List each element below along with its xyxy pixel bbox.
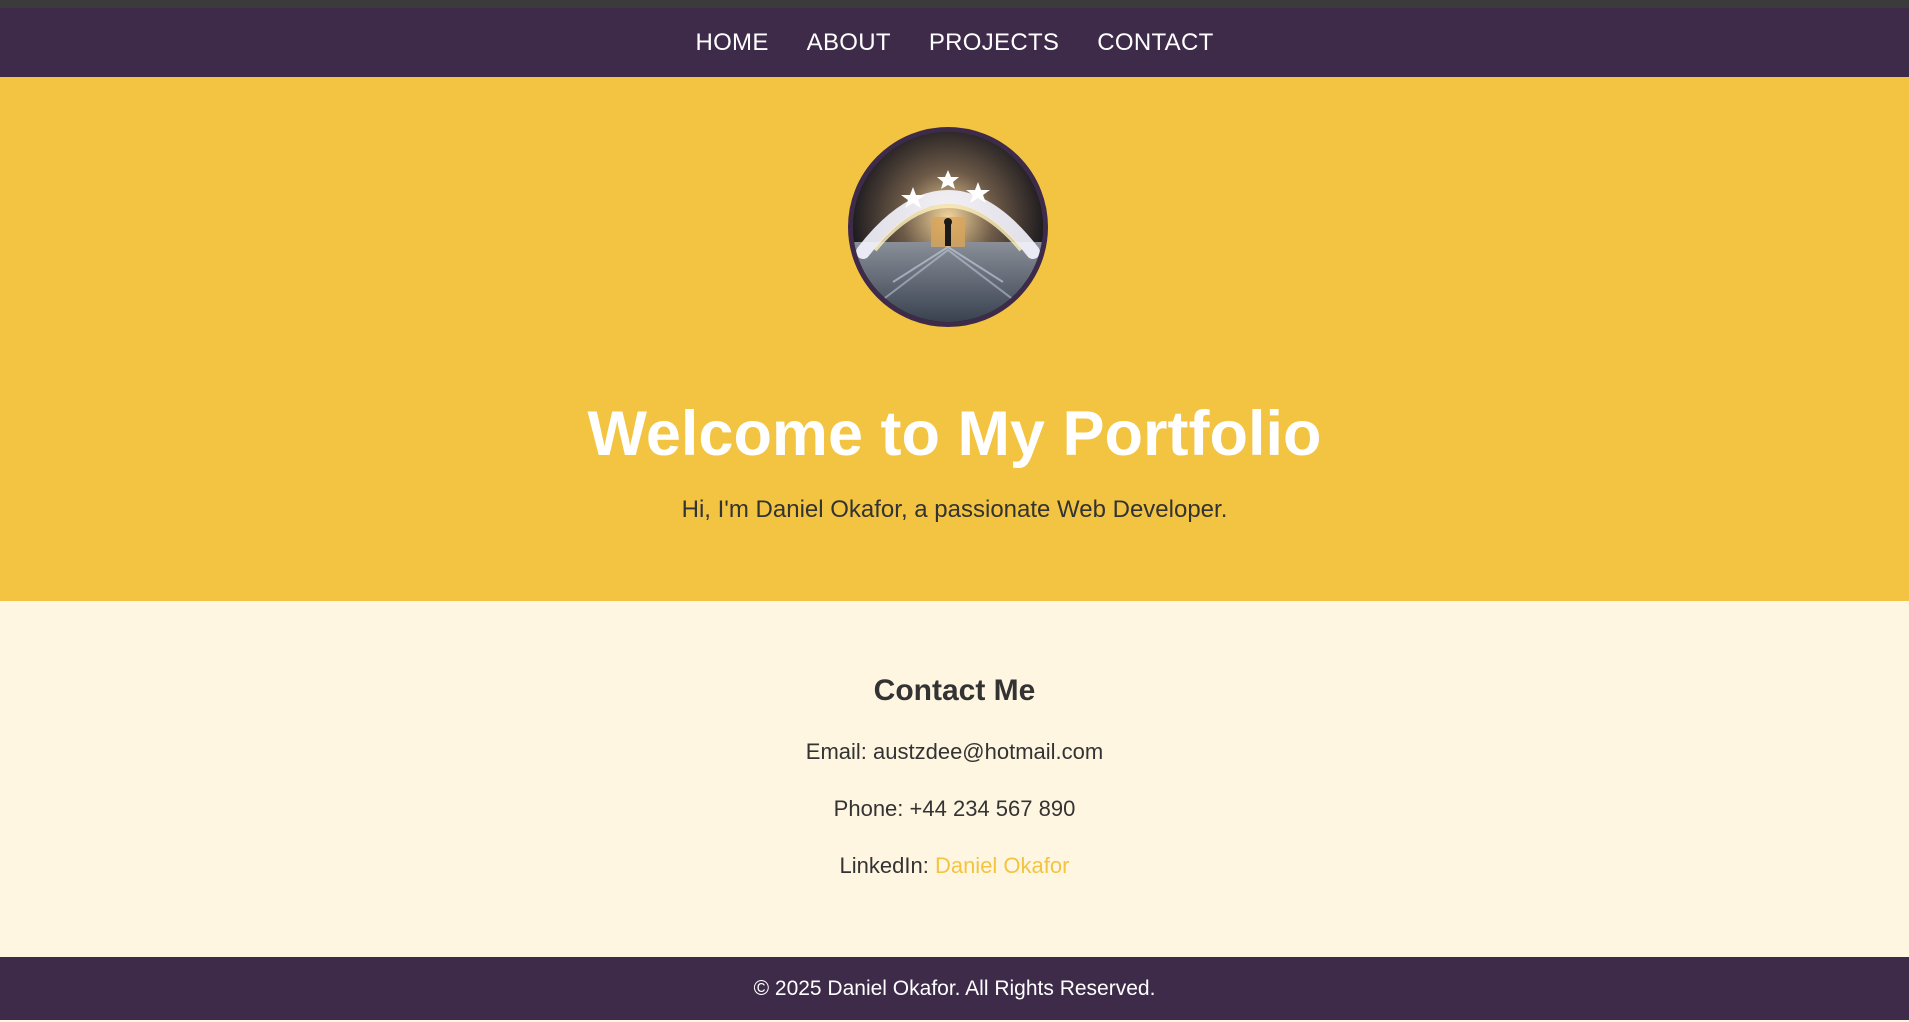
contact-phone: Phone: +44 234 567 890	[0, 798, 1909, 820]
profile-photo	[853, 132, 1043, 322]
hero-subtitle: Hi, I'm Daniel Okafor, a passionate Web …	[681, 496, 1228, 523]
linkedin-label: LinkedIn:	[839, 853, 929, 878]
contact-heading: Contact Me	[873, 674, 1036, 707]
footer-copyright: © 2025 Daniel Okafor. All Rights Reserve…	[753, 976, 1156, 1000]
browser-top-strip	[0, 0, 1909, 8]
contact-linkedin: LinkedIn: Daniel Okafor	[0, 855, 1909, 877]
contact-section: Contact Me Email: austzdee@hotmail.com P…	[0, 601, 1909, 957]
email-label: Email:	[805, 739, 867, 764]
hero-title: Welcome to My Portfolio	[587, 399, 1322, 469]
nav-link-about[interactable]: ABOUT	[807, 29, 891, 57]
linkedin-link[interactable]: Daniel Okafor	[935, 853, 1070, 878]
contact-email: Email: austzdee@hotmail.com	[0, 741, 1909, 763]
nav-link-contact[interactable]: CONTACT	[1097, 29, 1213, 57]
hero-section: Welcome to My Portfolio Hi, I'm Daniel O…	[0, 77, 1909, 601]
email-value: austzdee@hotmail.com	[873, 739, 1104, 764]
nav-link-projects[interactable]: PROJECTS	[929, 29, 1059, 57]
nav-link-home[interactable]: HOME	[695, 29, 768, 57]
profile-avatar	[848, 127, 1048, 327]
page-footer: © 2025 Daniel Okafor. All Rights Reserve…	[0, 957, 1909, 1020]
main-nav: HOME ABOUT PROJECTS CONTACT	[0, 8, 1909, 77]
phone-value: +44 234 567 890	[909, 796, 1076, 821]
phone-label: Phone:	[833, 796, 904, 821]
